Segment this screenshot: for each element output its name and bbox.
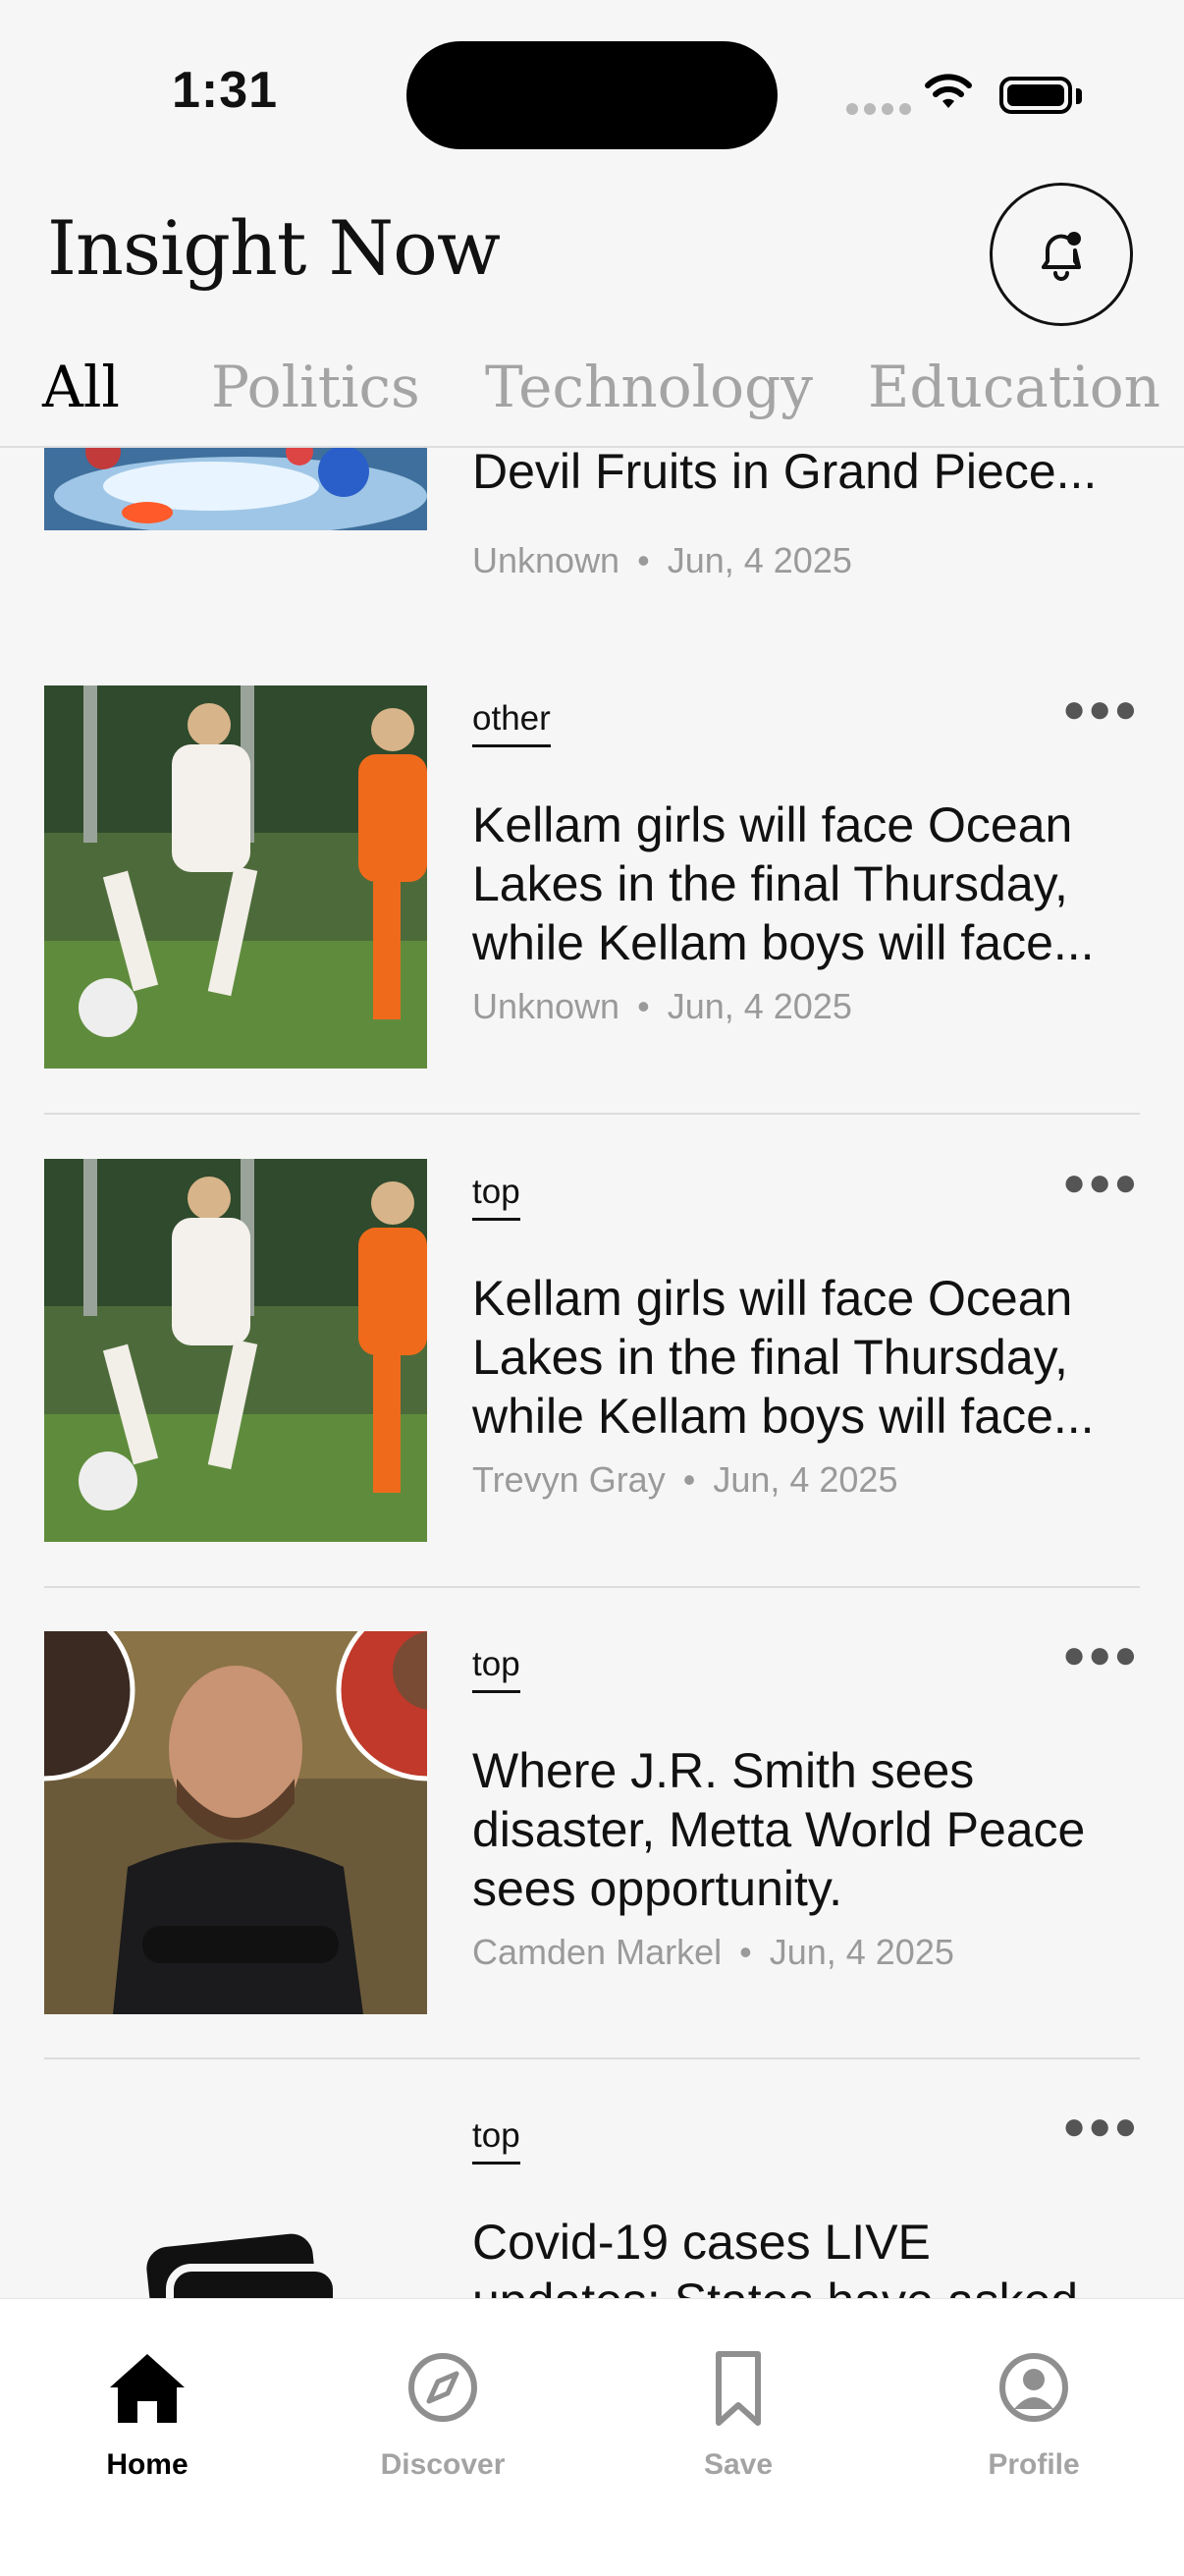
dynamic-island — [406, 41, 778, 149]
meta-separator: • — [682, 1459, 696, 1500]
article-headline[interactable]: Where J.R. Smith sees disaster, Metta Wo… — [472, 1741, 1130, 1918]
article-headline[interactable]: Covid-19 cases LIVE updates: States have… — [472, 2213, 1130, 2298]
ellipsis-icon[interactable]: ●●● — [1062, 687, 1139, 732]
article-image — [44, 1631, 427, 2014]
article-feed[interactable]: Devil Fruits in Grand Piece... Unknown • J… — [0, 446, 1184, 2298]
divider — [44, 2057, 1140, 2059]
ellipsis-icon[interactable]: ●●● — [1062, 2105, 1139, 2149]
tab-education[interactable]: Education — [868, 354, 1160, 420]
status-time: 1:31 — [172, 62, 279, 119]
meta-separator: • — [739, 1932, 752, 1972]
article-author: Unknown — [472, 540, 620, 580]
tab-all[interactable]: All — [42, 354, 120, 420]
category-tabs: All Politics Technology Education — [0, 344, 1184, 448]
nav-profile-label: Profile — [988, 2448, 1080, 2481]
article-meta: Unknown • Jun, 4 2025 — [472, 986, 852, 1027]
article-date: Jun, 4 2025 — [667, 540, 852, 580]
ellipsis-icon[interactable]: ●●● — [1062, 1633, 1139, 1677]
compass-icon — [408, 2353, 477, 2422]
bottom-navigation: Home Discover Save Profile — [0, 2298, 1184, 2576]
ellipsis-icon[interactable]: ●●● — [1062, 1161, 1139, 1205]
article-category[interactable]: other — [472, 699, 551, 747]
article-date: Jun, 4 2025 — [713, 1459, 898, 1500]
article-headline[interactable]: Kellam girls will face Ocean Lakes in th… — [472, 795, 1130, 972]
status-bar: 1:31 — [0, 0, 1184, 177]
nav-home-label: Home — [106, 2448, 188, 2481]
divider — [44, 1113, 1140, 1115]
nav-home[interactable]: Home — [49, 2348, 245, 2482]
article-image — [44, 1159, 427, 1542]
meta-separator: • — [637, 986, 650, 1026]
battery-icon — [999, 77, 1072, 114]
notifications-button[interactable] — [990, 183, 1133, 326]
article-headline[interactable]: Kellam girls will face Ocean Lakes in th… — [472, 1269, 1130, 1446]
article-author: Camden Markel — [472, 1932, 723, 1972]
tab-politics[interactable]: Politics — [211, 354, 420, 420]
meta-separator: • — [637, 540, 650, 580]
article-category[interactable]: top — [472, 1173, 520, 1221]
image-placeholder-icon — [44, 2103, 427, 2298]
tab-technology[interactable]: Technology — [485, 354, 813, 420]
article-meta: Camden Markel • Jun, 4 2025 — [472, 1932, 954, 1973]
article-category[interactable]: top — [472, 1645, 520, 1693]
article-author: Unknown — [472, 986, 620, 1026]
article-date: Jun, 4 2025 — [769, 1932, 954, 1972]
nav-discover-label: Discover — [380, 2448, 506, 2481]
profile-icon — [999, 2353, 1068, 2422]
article-image — [44, 446, 427, 530]
bell-icon — [1042, 232, 1081, 281]
nav-discover[interactable]: Discover — [345, 2348, 541, 2482]
article-image — [44, 685, 427, 1069]
nav-save-label: Save — [703, 2448, 774, 2481]
article-headline[interactable]: Devil Fruits in Grand Piece... — [472, 446, 1130, 501]
divider — [44, 1586, 1140, 1588]
article-category[interactable]: top — [472, 2116, 520, 2165]
nav-profile[interactable]: Profile — [936, 2348, 1132, 2482]
battery-nub — [1076, 88, 1082, 104]
article-meta: Unknown • Jun, 4 2025 — [472, 540, 852, 581]
home-icon — [110, 2354, 185, 2423]
bookmark-icon — [716, 2351, 761, 2426]
article-date: Jun, 4 2025 — [667, 986, 852, 1026]
article-meta: Trevyn Gray • Jun, 4 2025 — [472, 1459, 897, 1501]
wifi-icon — [925, 74, 972, 108]
nav-save[interactable]: Save — [640, 2348, 836, 2482]
cellular-signal-icon — [846, 102, 917, 120]
article-author: Trevyn Gray — [472, 1459, 666, 1500]
app-title: Insight Now — [47, 204, 501, 292]
